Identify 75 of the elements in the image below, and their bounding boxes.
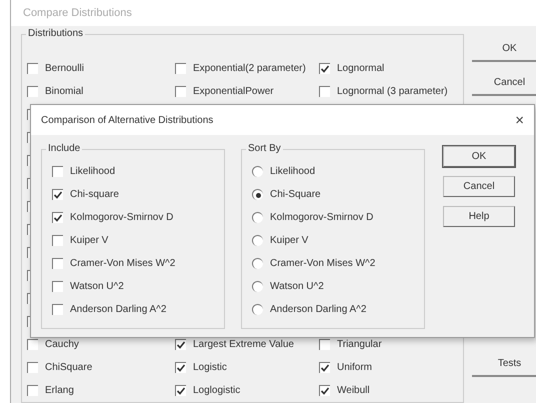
checkbox-icon[interactable] bbox=[27, 362, 38, 373]
checkbox-icon[interactable] bbox=[175, 362, 186, 373]
checkbox[interactable]: Cramer-Von Mises W^2 bbox=[52, 252, 224, 275]
checkbox-icon[interactable] bbox=[52, 258, 63, 269]
checkbox-icon[interactable] bbox=[27, 339, 38, 350]
radio-button[interactable]: Anderson Darling A^2 bbox=[252, 298, 424, 321]
checkbox[interactable]: Weibull bbox=[319, 385, 469, 396]
radio-icon[interactable] bbox=[252, 166, 263, 177]
checkbox-icon[interactable] bbox=[52, 235, 63, 246]
group-title: Include bbox=[46, 143, 82, 154]
checkbox-icon[interactable] bbox=[52, 189, 63, 200]
radio-icon[interactable] bbox=[252, 212, 263, 223]
checkbox[interactable]: Kolmogorov-Smirnov D bbox=[52, 206, 224, 229]
checkbox-icon[interactable] bbox=[319, 63, 330, 74]
window-title: Compare Distributions bbox=[23, 7, 132, 19]
checkbox-icon[interactable] bbox=[319, 339, 330, 350]
checkbox[interactable]: Largest Extreme Value bbox=[175, 339, 319, 350]
checkbox-icon[interactable] bbox=[175, 86, 186, 97]
radio-icon[interactable] bbox=[252, 235, 263, 246]
dialog-button[interactable]: Help bbox=[443, 206, 515, 227]
group-title: Distributions bbox=[26, 28, 86, 39]
close-button[interactable]: × bbox=[511, 112, 528, 128]
radio-icon[interactable] bbox=[252, 304, 263, 315]
checkbox-icon[interactable] bbox=[319, 385, 330, 396]
checkbox-edge bbox=[27, 316, 30, 327]
checkbox[interactable]: Cauchy bbox=[27, 339, 175, 350]
radio-button[interactable]: Likelihood bbox=[252, 160, 424, 183]
group-title: Sort By bbox=[246, 143, 283, 154]
checkbox[interactable]: Kuiper V bbox=[52, 229, 224, 252]
checkbox-edge bbox=[27, 201, 30, 212]
radio-icon[interactable] bbox=[252, 258, 263, 269]
radio-icon[interactable] bbox=[252, 281, 263, 292]
checkbox-edge bbox=[27, 224, 30, 235]
checkbox[interactable]: Lognormal bbox=[319, 63, 469, 74]
checkbox-icon[interactable] bbox=[27, 63, 38, 74]
checkbox-edge bbox=[27, 155, 30, 166]
checkbox-icon[interactable] bbox=[175, 339, 186, 350]
checkbox-edge bbox=[27, 293, 30, 304]
checkbox[interactable]: Uniform bbox=[319, 362, 469, 373]
checkbox[interactable]: Lognormal (3 parameter) bbox=[319, 86, 469, 97]
radio-button[interactable]: Watson U^2 bbox=[252, 275, 424, 298]
dialog-title: Comparison of Alternative Distributions bbox=[41, 114, 214, 126]
checkbox-icon[interactable] bbox=[175, 63, 186, 74]
checkbox[interactable]: Triangular bbox=[319, 339, 469, 350]
checkbox[interactable]: Bernoulli bbox=[27, 63, 175, 74]
checkbox-edge bbox=[27, 247, 30, 258]
checkbox[interactable]: Binomial bbox=[27, 86, 175, 97]
radio-button[interactable]: Kolmogorov-Smirnov D bbox=[252, 206, 424, 229]
radio-button[interactable]: Cramer-Von Mises W^2 bbox=[252, 252, 424, 275]
checkbox[interactable]: ExponentialPower bbox=[175, 86, 319, 97]
checkbox-icon[interactable] bbox=[27, 385, 38, 396]
radio-icon[interactable] bbox=[252, 189, 263, 200]
checkbox-edge bbox=[27, 270, 30, 281]
checkbox[interactable]: Anderson Darling A^2 bbox=[52, 298, 224, 321]
checkbox[interactable]: Erlang bbox=[27, 385, 175, 396]
checkbox-icon[interactable] bbox=[52, 166, 63, 177]
checkbox[interactable]: Watson U^2 bbox=[52, 275, 224, 298]
dialog-button[interactable]: Cancel bbox=[443, 176, 515, 197]
radio-button[interactable]: Chi-Square bbox=[252, 183, 424, 206]
radio-button[interactable]: Kuiper V bbox=[252, 229, 424, 252]
checkbox-edge bbox=[27, 178, 30, 189]
checkbox[interactable]: ChiSquare bbox=[27, 362, 175, 373]
checkbox-icon[interactable] bbox=[175, 385, 186, 396]
checkbox-icon[interactable] bbox=[27, 86, 38, 97]
checkbox-icon[interactable] bbox=[52, 281, 63, 292]
checkbox-icon[interactable] bbox=[52, 304, 63, 315]
checkbox[interactable]: Exponential(2 parameter) bbox=[175, 63, 319, 74]
checkbox-icon[interactable] bbox=[319, 362, 330, 373]
checkbox[interactable]: Likelihood bbox=[52, 160, 224, 183]
checkbox[interactable]: Chi-square bbox=[52, 183, 224, 206]
dialog-button[interactable]: OK bbox=[443, 146, 515, 167]
checkbox[interactable]: Loglogistic bbox=[175, 385, 319, 396]
checkbox-icon[interactable] bbox=[319, 86, 330, 97]
checkbox[interactable]: Logistic bbox=[175, 362, 319, 373]
checkbox-icon[interactable] bbox=[52, 212, 63, 223]
